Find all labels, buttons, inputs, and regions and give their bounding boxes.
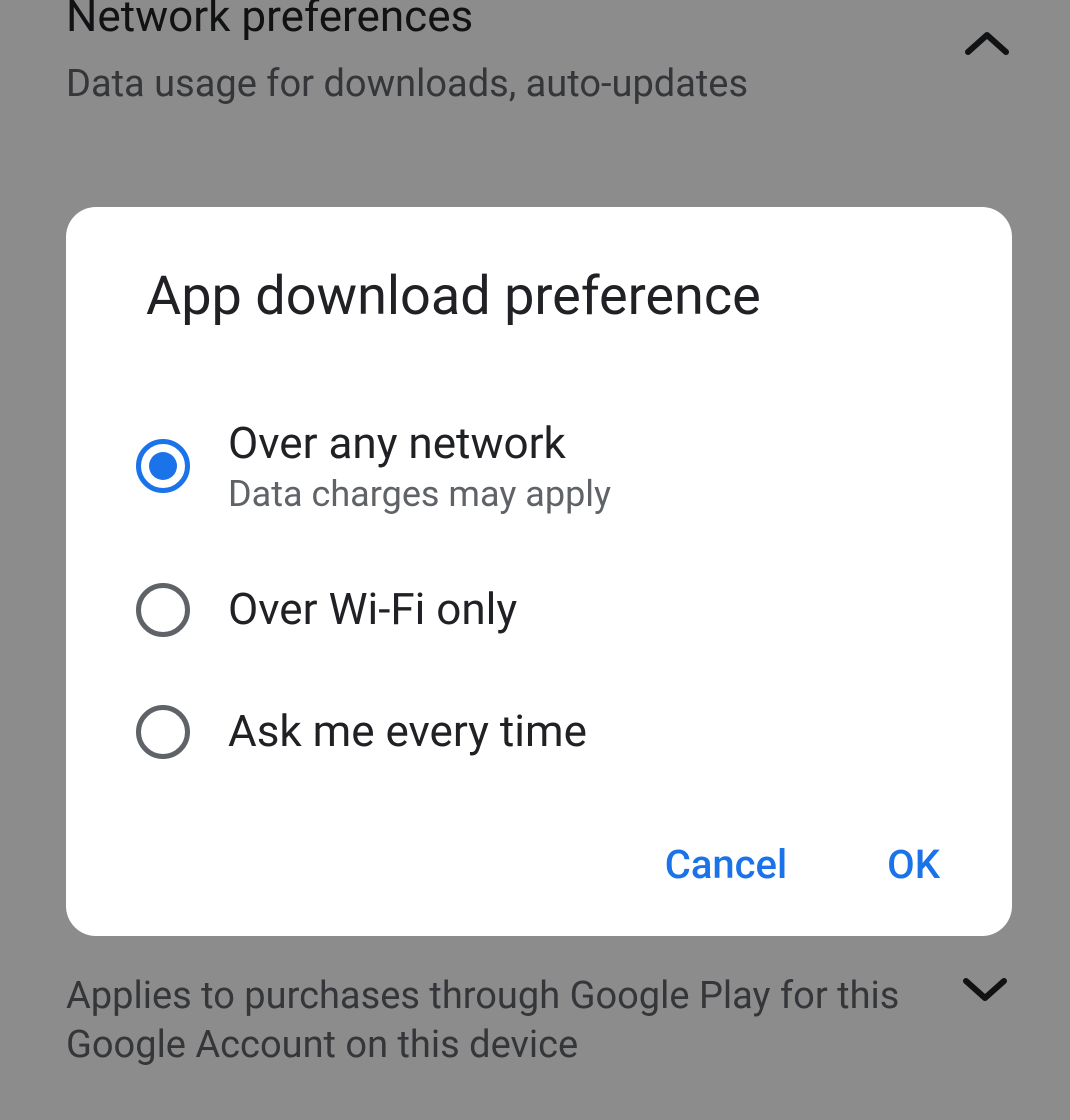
radio-button-icon <box>136 705 190 759</box>
app-download-preference-dialog: App download preference Over any network… <box>66 207 1012 936</box>
radio-text: Over any network Data charges may apply <box>228 418 611 515</box>
radio-button-icon <box>136 583 190 637</box>
radio-text: Ask me every time <box>228 706 587 757</box>
radio-label: Over Wi-Fi only <box>228 584 517 635</box>
radio-button-icon <box>136 439 190 493</box>
radio-label: Ask me every time <box>228 706 587 757</box>
radio-label: Over any network <box>228 418 611 469</box>
dialog-actions: Cancel OK <box>66 759 1012 896</box>
radio-option-over-any-network[interactable]: Over any network Data charges may apply <box>136 418 942 515</box>
dialog-title: App download preference <box>66 265 1012 328</box>
radio-list: Over any network Data charges may apply … <box>66 418 1012 759</box>
radio-option-wifi-only[interactable]: Over Wi-Fi only <box>136 583 942 637</box>
cancel-button[interactable]: Cancel <box>665 833 787 896</box>
ok-button[interactable]: OK <box>887 833 940 896</box>
radio-option-ask-every-time[interactable]: Ask me every time <box>136 705 942 759</box>
radio-sublabel: Data charges may apply <box>228 473 611 515</box>
radio-text: Over Wi-Fi only <box>228 584 517 635</box>
